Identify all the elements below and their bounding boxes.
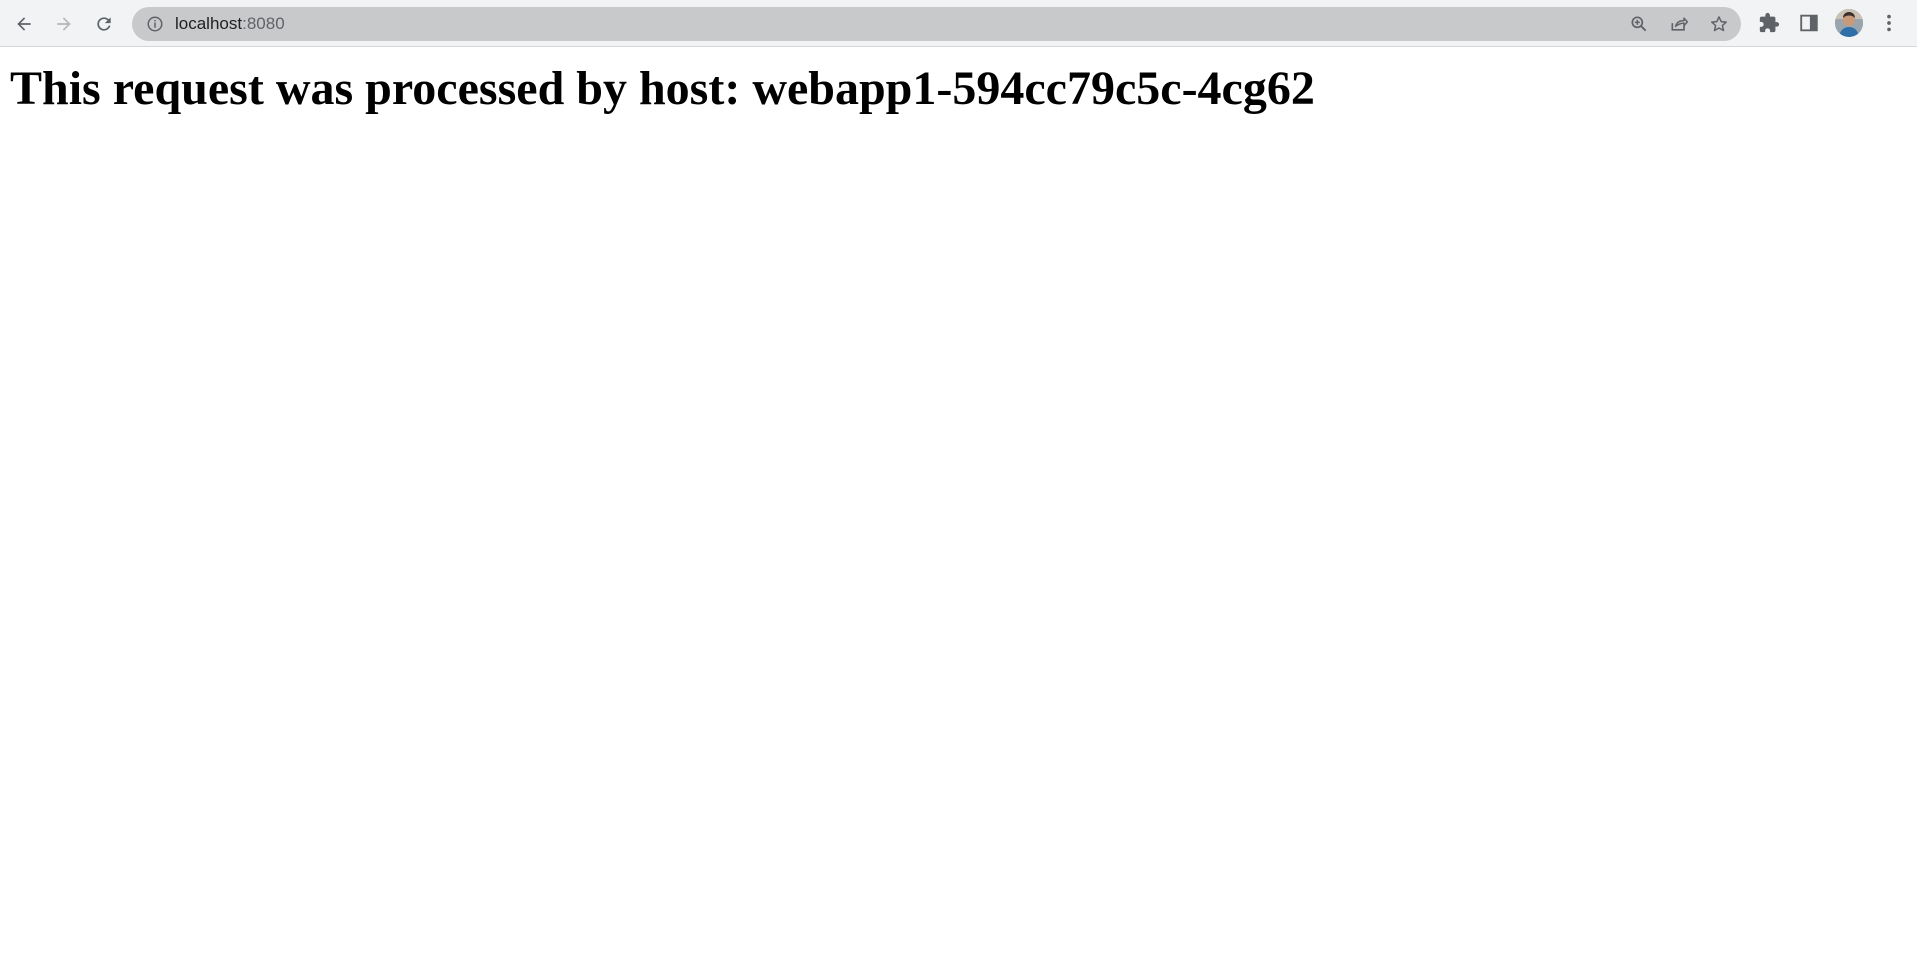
forward-button[interactable] (47, 7, 81, 41)
profile-picture-icon (1835, 9, 1863, 37)
star-icon[interactable] (1709, 14, 1729, 34)
reload-button[interactable] (87, 7, 121, 41)
page-content: This request was processed by host: weba… (0, 47, 1917, 979)
side-panel-icon[interactable] (1798, 12, 1820, 34)
reload-icon (97, 17, 111, 31)
back-arrow-icon (17, 17, 31, 31)
zoom-icon[interactable] (1629, 14, 1649, 34)
share-icon[interactable] (1669, 14, 1689, 34)
browser-toolbar: localhost:8080 (0, 0, 1917, 47)
puzzle-icon[interactable] (1758, 12, 1780, 34)
avatar[interactable] (1835, 9, 1863, 37)
back-button[interactable] (7, 7, 41, 41)
url-host: localhost (175, 14, 243, 33)
address-bar[interactable]: localhost:8080 (132, 7, 1741, 41)
info-icon[interactable] (146, 15, 164, 33)
page-heading: This request was processed by host: weba… (10, 62, 1315, 115)
url-port: :8080 (242, 14, 285, 33)
url-text[interactable]: localhost:8080 (175, 7, 285, 41)
kebab-menu-icon[interactable] (1878, 12, 1900, 34)
forward-arrow-icon (57, 17, 71, 31)
